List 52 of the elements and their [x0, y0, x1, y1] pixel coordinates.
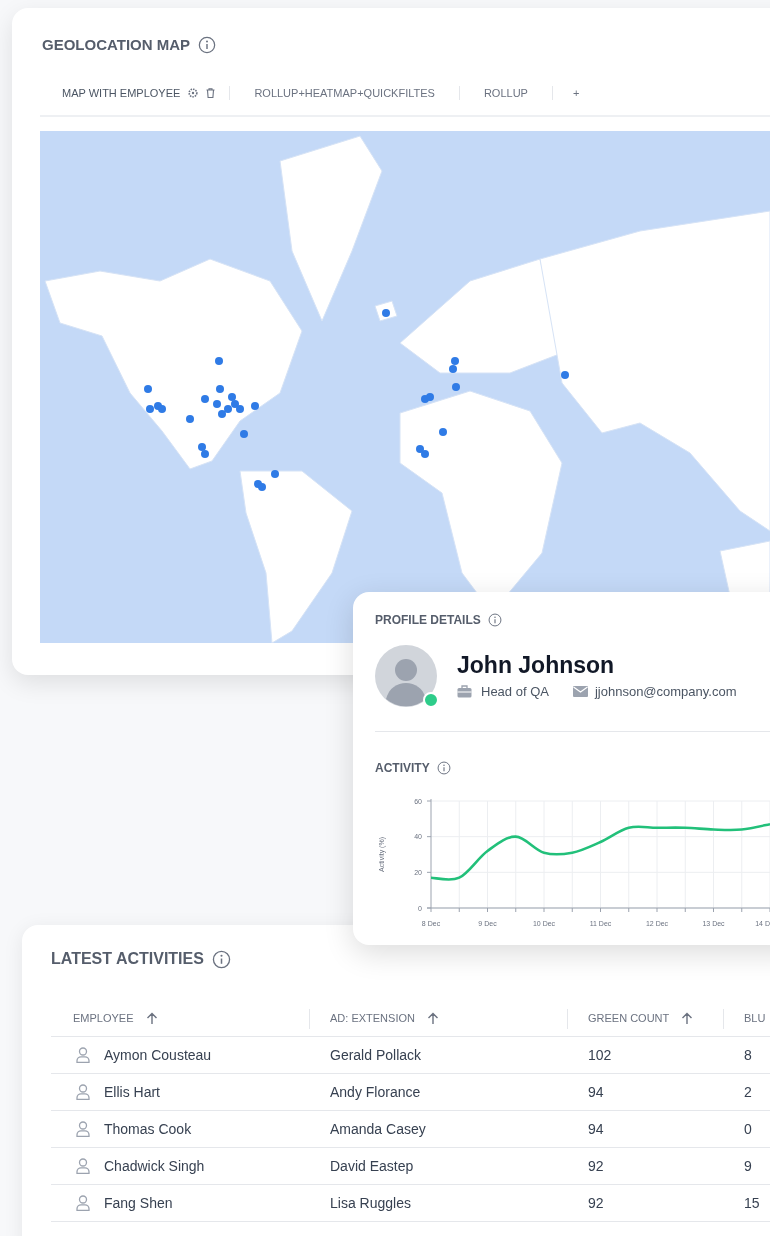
add-tab-button[interactable]: +: [566, 84, 586, 101]
table-cell-text: Aymon Cousteau: [104, 1045, 212, 1065]
table-cell-text: 94: [588, 1082, 604, 1102]
table-cell-text: Andy Florance: [330, 1082, 421, 1102]
table-cell-text: 9: [744, 1156, 752, 1176]
table-cell-text: 2: [744, 1082, 752, 1102]
person-icon: [76, 1121, 90, 1137]
person-icon: [76, 1084, 90, 1100]
table-cell-text: 94: [588, 1119, 604, 1139]
settings-icon[interactable]: [188, 87, 199, 98]
job-title: Head of QA: [481, 682, 549, 701]
info-icon[interactable]: [211, 949, 231, 969]
column-header[interactable]: EMPLOYEE: [73, 1010, 134, 1027]
table-cell-text: Fang Shen: [104, 1193, 173, 1213]
person-icon: [76, 1047, 90, 1063]
table-cell-text: 92: [588, 1156, 604, 1176]
table-cell-text: 0: [744, 1119, 752, 1139]
table-cell-text: Lisa Ruggles: [330, 1193, 411, 1213]
table-cell-text: 8: [744, 1045, 752, 1065]
sort-arrow-icon[interactable]: [145, 1012, 158, 1025]
person-icon: [76, 1158, 90, 1174]
info-icon[interactable]: [198, 36, 217, 55]
map-tab[interactable]: ROLLUP+HEATMAP+QUICKFILTES: [244, 84, 445, 101]
mail-icon: [572, 685, 588, 697]
person-icon: [76, 1195, 90, 1211]
section-title: ACTIVITY: [375, 760, 430, 777]
trash-icon[interactable]: [206, 87, 216, 98]
table-cell-text: 15: [744, 1193, 760, 1213]
table-cell-text: Thomas Cook: [104, 1119, 192, 1139]
card-title: PROFILE DETAILS: [375, 612, 481, 629]
column-header[interactable]: GREEN COUNT: [588, 1010, 670, 1027]
profile-name: John Johnson: [457, 650, 616, 680]
table-cell-text: Chadwick Singh: [104, 1156, 205, 1176]
info-icon[interactable]: [436, 761, 451, 775]
column-header[interactable]: AD: EXTENSION: [330, 1010, 415, 1027]
map-tab[interactable]: MAP WITH EMPLOYEE: [62, 84, 181, 101]
table-cell-text: 92: [588, 1193, 604, 1213]
table-cell-text: Gerald Pollack: [330, 1045, 422, 1065]
briefcase-icon: [457, 684, 472, 698]
sort-arrow-icon[interactable]: [426, 1012, 439, 1025]
table-cell-text: Ellis Hart: [104, 1082, 160, 1102]
avatar: [375, 645, 437, 707]
table-cell-text: David Eastep: [330, 1156, 414, 1176]
table-cell-text: 102: [588, 1045, 612, 1065]
sort-arrow-icon[interactable]: [681, 1012, 694, 1025]
info-icon[interactable]: [487, 613, 502, 627]
email-address: jjohnson@company.com: [594, 682, 737, 701]
card-title: LATEST ACTIVITIES: [51, 949, 204, 969]
column-header[interactable]: BLU: [744, 1010, 766, 1027]
map-tab[interactable]: ROLLUP: [473, 84, 538, 101]
table-cell-text: Amanda Casey: [330, 1119, 426, 1139]
card-title: GEOLOCATION MAP: [42, 35, 191, 55]
